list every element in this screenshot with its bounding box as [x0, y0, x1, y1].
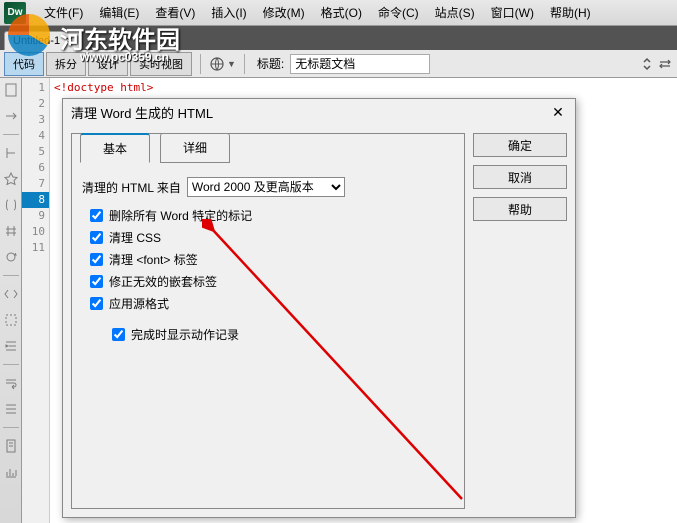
- line-gutter: 1 2 3 4 5 6 7 8 9 10 11: [22, 78, 50, 523]
- menu-insert[interactable]: 插入(I): [203, 1, 254, 24]
- code-toolbar: [0, 78, 22, 523]
- app-logo: Dw: [4, 2, 26, 24]
- menu-modify[interactable]: 修改(M): [255, 1, 313, 24]
- menu-format[interactable]: 格式(O): [313, 1, 370, 24]
- view-design-button[interactable]: 设计: [88, 52, 128, 76]
- line-number: 7: [22, 176, 45, 192]
- check-cleanup-font-label: 清理 <font> 标签: [109, 251, 198, 268]
- menu-edit[interactable]: 编辑(E): [91, 1, 147, 24]
- updown-icon[interactable]: [639, 56, 655, 72]
- menu-window[interactable]: 窗口(W): [483, 1, 542, 24]
- line-number: 3: [22, 112, 45, 128]
- view-live-button[interactable]: 实时视图: [130, 52, 192, 76]
- help-button[interactable]: 帮助: [473, 197, 567, 221]
- dialog-tabs: 基本 详细: [72, 133, 464, 163]
- menu-site[interactable]: 站点(S): [427, 1, 483, 24]
- dialog-buttons: 确定 取消 帮助: [473, 133, 567, 509]
- line-number: 6: [22, 160, 45, 176]
- list-icon[interactable]: [3, 401, 19, 417]
- menu-help[interactable]: 帮助(H): [542, 1, 599, 24]
- line-number: 9: [22, 208, 45, 224]
- source-label: 清理的 HTML 来自: [82, 179, 181, 196]
- line-number: 5: [22, 144, 45, 160]
- dialog-content-panel: 基本 详细 清理的 HTML 来自 Word 2000 及更高版本 删除所有 W…: [71, 133, 465, 509]
- document-tab[interactable]: Untitled-1 ×: [4, 31, 82, 50]
- page-icon[interactable]: [3, 438, 19, 454]
- line-number: 10: [22, 224, 45, 240]
- view-split-button[interactable]: 拆分: [46, 52, 86, 76]
- cleanup-dialog: 清理 Word 生成的 HTML ✕ 基本 详细 清理的 HTML 来自 Wor…: [62, 98, 576, 518]
- check-cleanup-css-label: 清理 CSS: [109, 229, 161, 246]
- source-select[interactable]: Word 2000 及更高版本: [187, 177, 345, 197]
- arrow-icon[interactable]: [3, 108, 19, 124]
- check-cleanup-font[interactable]: [90, 253, 103, 266]
- code-line: <!doctype html>: [54, 81, 153, 94]
- indent-icon[interactable]: [3, 338, 19, 354]
- collapse-icon[interactable]: [3, 145, 19, 161]
- line-number: 4: [22, 128, 45, 144]
- exchange-icon[interactable]: [657, 56, 673, 72]
- tab-basic[interactable]: 基本: [80, 133, 150, 163]
- wrap-icon[interactable]: [3, 375, 19, 391]
- check-apply-format[interactable]: [90, 297, 103, 310]
- check-fix-nesting-label: 修正无效的嵌套标签: [109, 273, 217, 290]
- title-label: 标题:: [257, 55, 284, 72]
- divider: [244, 54, 245, 74]
- refresh-icon[interactable]: [3, 249, 19, 265]
- line-number: 2: [22, 96, 45, 112]
- chart-icon[interactable]: [3, 464, 19, 480]
- view-code-button[interactable]: 代码: [4, 52, 44, 76]
- divider: [200, 54, 201, 74]
- check-cleanup-css[interactable]: [90, 231, 103, 244]
- star-icon[interactable]: [3, 171, 19, 187]
- title-input[interactable]: [290, 54, 430, 74]
- document-toolbar: 代码 拆分 设计 实时视图 ▼ 标题:: [0, 50, 677, 78]
- document-tab-bar: Untitled-1 ×: [0, 26, 677, 50]
- tab-close-button[interactable]: ×: [66, 35, 72, 47]
- tag-icon[interactable]: [3, 286, 19, 302]
- menu-bar: Dw 文件(F) 编辑(E) 查看(V) 插入(I) 修改(M) 格式(O) 命…: [0, 0, 677, 26]
- globe-icon[interactable]: [209, 56, 225, 72]
- document-icon[interactable]: [3, 82, 19, 98]
- cancel-button[interactable]: 取消: [473, 165, 567, 189]
- menu-command[interactable]: 命令(C): [370, 1, 427, 24]
- menu-file[interactable]: 文件(F): [36, 1, 91, 24]
- check-remove-word[interactable]: [90, 209, 103, 222]
- line-number-active: 8: [22, 192, 49, 208]
- tab-detailed[interactable]: 详细: [160, 133, 230, 163]
- dialog-titlebar: 清理 Word 生成的 HTML ✕: [63, 99, 575, 125]
- line-number: 11: [22, 240, 45, 256]
- check-remove-word-label: 删除所有 Word 特定的标记: [109, 207, 252, 224]
- dialog-title: 清理 Word 生成的 HTML: [71, 103, 213, 122]
- tab-name: Untitled-1: [13, 35, 60, 47]
- selection-icon[interactable]: [3, 312, 19, 328]
- brackets-icon[interactable]: [3, 197, 19, 213]
- check-apply-format-label: 应用源格式: [109, 295, 169, 312]
- check-show-log[interactable]: [112, 328, 125, 341]
- line-number: 1: [22, 80, 45, 96]
- ok-button[interactable]: 确定: [473, 133, 567, 157]
- check-fix-nesting[interactable]: [90, 275, 103, 288]
- menu-view[interactable]: 查看(V): [147, 1, 203, 24]
- close-icon[interactable]: ✕: [549, 103, 567, 121]
- number-icon[interactable]: [3, 223, 19, 239]
- check-show-log-label: 完成时显示动作记录: [131, 326, 239, 343]
